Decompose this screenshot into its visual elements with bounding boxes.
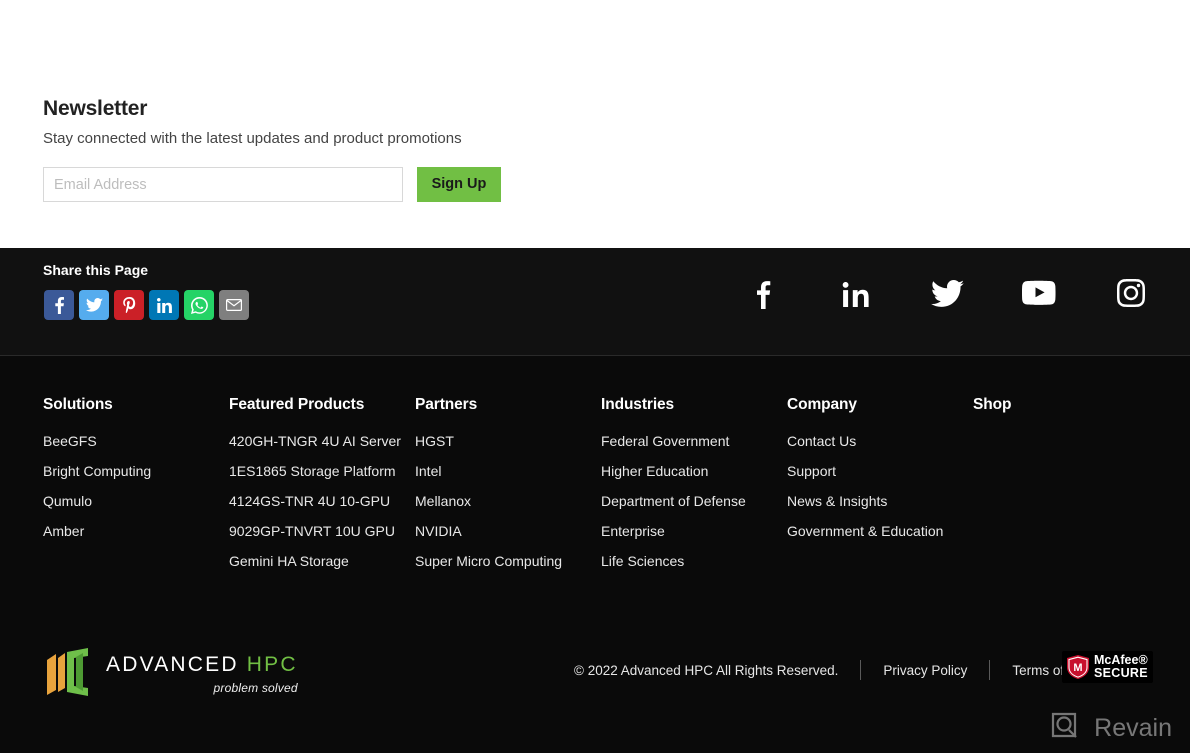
share-twitter-button[interactable] (79, 290, 109, 320)
footer-link[interactable]: Department of Defense (601, 493, 787, 509)
footer-column-solutions: Solutions BeeGFS Bright Computing Qumulo… (43, 396, 229, 583)
footer-link[interactable]: BeeGFS (43, 433, 229, 449)
footer-column-industries: Industries Federal Government Higher Edu… (601, 396, 787, 583)
youtube-icon[interactable] (1022, 276, 1056, 310)
footer-column-heading: Company (787, 396, 857, 413)
advanced-hpc-logo[interactable]: ADVANCED HPC problem solved (43, 646, 298, 698)
footer-link[interactable]: Intel (415, 463, 601, 479)
newsletter-title: Newsletter (43, 97, 148, 120)
privacy-policy-link[interactable]: Privacy Policy (883, 663, 967, 678)
footer-link[interactable]: 9029GP-TNVRT 10U GPU (229, 523, 415, 539)
footer-column-partners: Partners HGST Intel Mellanox NVIDIA Supe… (415, 396, 601, 583)
share-button-group (44, 290, 249, 320)
copyright-text: © 2022 Advanced HPC All Rights Reserved. (574, 662, 839, 678)
footer-column-company: Company Contact Us Support News & Insigh… (787, 396, 973, 583)
share-email-button[interactable] (219, 290, 249, 320)
footer-link[interactable]: 4124GS-TNR 4U 10-GPU (229, 493, 415, 509)
share-whatsapp-button[interactable] (184, 290, 214, 320)
footer-link[interactable]: HGST (415, 433, 601, 449)
revain-watermark: Revain (1050, 711, 1172, 745)
footer-link[interactable]: Life Sciences (601, 553, 787, 569)
footer-column-heading: Solutions (43, 396, 113, 413)
logo-tagline: problem solved (213, 680, 298, 695)
twitter-icon[interactable] (930, 276, 964, 310)
footer-column-featured-products: Featured Products 420GH-TNGR 4U AI Serve… (229, 396, 415, 583)
social-icon-group (746, 276, 1148, 310)
legal-divider (989, 660, 991, 680)
email-field[interactable] (43, 167, 403, 202)
revain-logo-icon (1052, 712, 1077, 738)
footer-link[interactable]: NVIDIA (415, 523, 601, 539)
facebook-icon[interactable] (746, 276, 780, 310)
logo-wordmark: ADVANCED HPC problem solved (106, 654, 298, 695)
logo-word-accent: HPC (246, 652, 298, 676)
footer-link[interactable]: Support (787, 463, 973, 479)
footer-link[interactable]: Amber (43, 523, 229, 539)
footer-link[interactable]: Government & Education (787, 523, 973, 539)
footer-link[interactable]: Gemini HA Storage (229, 553, 415, 569)
footer-link[interactable]: Mellanox (415, 493, 601, 509)
email-icon (226, 299, 242, 311)
facebook-icon (54, 296, 64, 314)
footer-link[interactable]: Higher Education (601, 463, 787, 479)
share-facebook-button[interactable] (44, 290, 74, 320)
instagram-icon[interactable] (1114, 276, 1148, 310)
footer-column-heading: Featured Products (229, 396, 365, 413)
share-linkedin-button[interactable] (149, 290, 179, 320)
legal-divider (860, 660, 862, 680)
mcafee-line2: SECURE (1094, 666, 1148, 681)
footer-link[interactable]: Qumulo (43, 493, 229, 509)
share-title: Share this Page (43, 262, 149, 278)
site-footer: Solutions BeeGFS Bright Computing Qumulo… (0, 356, 1190, 753)
newsletter-subtitle: Stay connected with the latest updates a… (43, 130, 462, 147)
footer-link[interactable]: 1ES1865 Storage Platform (229, 463, 415, 479)
revain-label: Revain (1094, 713, 1172, 742)
footer-link[interactable]: Enterprise (601, 523, 787, 539)
newsletter-section: Newsletter Stay connected with the lates… (0, 0, 1190, 248)
whatsapp-icon (190, 296, 208, 314)
footer-link[interactable]: Bright Computing (43, 463, 229, 479)
footer-link[interactable]: Contact Us (787, 433, 973, 449)
footer-link[interactable]: News & Insights (787, 493, 973, 509)
linkedin-icon (156, 297, 172, 313)
mcafee-shield-icon: M (1067, 655, 1089, 680)
footer-bottom-bar: ADVANCED HPC problem solved © 2022 Advan… (0, 646, 1190, 736)
svg-text:M: M (1073, 662, 1082, 674)
footer-link[interactable]: 420GH-TNGR 4U AI Server (229, 433, 415, 449)
share-pinterest-button[interactable] (114, 290, 144, 320)
pinterest-icon (122, 297, 135, 313)
footer-link-columns: Solutions BeeGFS Bright Computing Qumulo… (43, 396, 1148, 583)
linkedin-icon[interactable] (838, 276, 872, 310)
footer-link[interactable]: Federal Government (601, 433, 787, 449)
mcafee-text: McAfee® SECURE (1094, 653, 1148, 681)
logo-mark-icon (47, 648, 88, 696)
footer-column-heading: Industries (601, 396, 675, 413)
signup-button[interactable]: Sign Up (417, 167, 501, 202)
footer-column-heading: Partners (415, 396, 478, 413)
footer-column-heading: Shop (973, 396, 1012, 413)
twitter-icon (85, 298, 103, 312)
share-bar: Share this Page (0, 248, 1190, 356)
logo-word-primary: ADVANCED (106, 652, 239, 676)
legal-bar: © 2022 Advanced HPC All Rights Reserved.… (574, 660, 1092, 680)
footer-column-shop: Shop (973, 396, 1148, 583)
footer-link[interactable]: Super Micro Computing (415, 553, 601, 569)
newsletter-form: Sign Up (43, 167, 501, 202)
mcafee-secure-badge[interactable]: M McAfee® SECURE (1062, 651, 1153, 684)
